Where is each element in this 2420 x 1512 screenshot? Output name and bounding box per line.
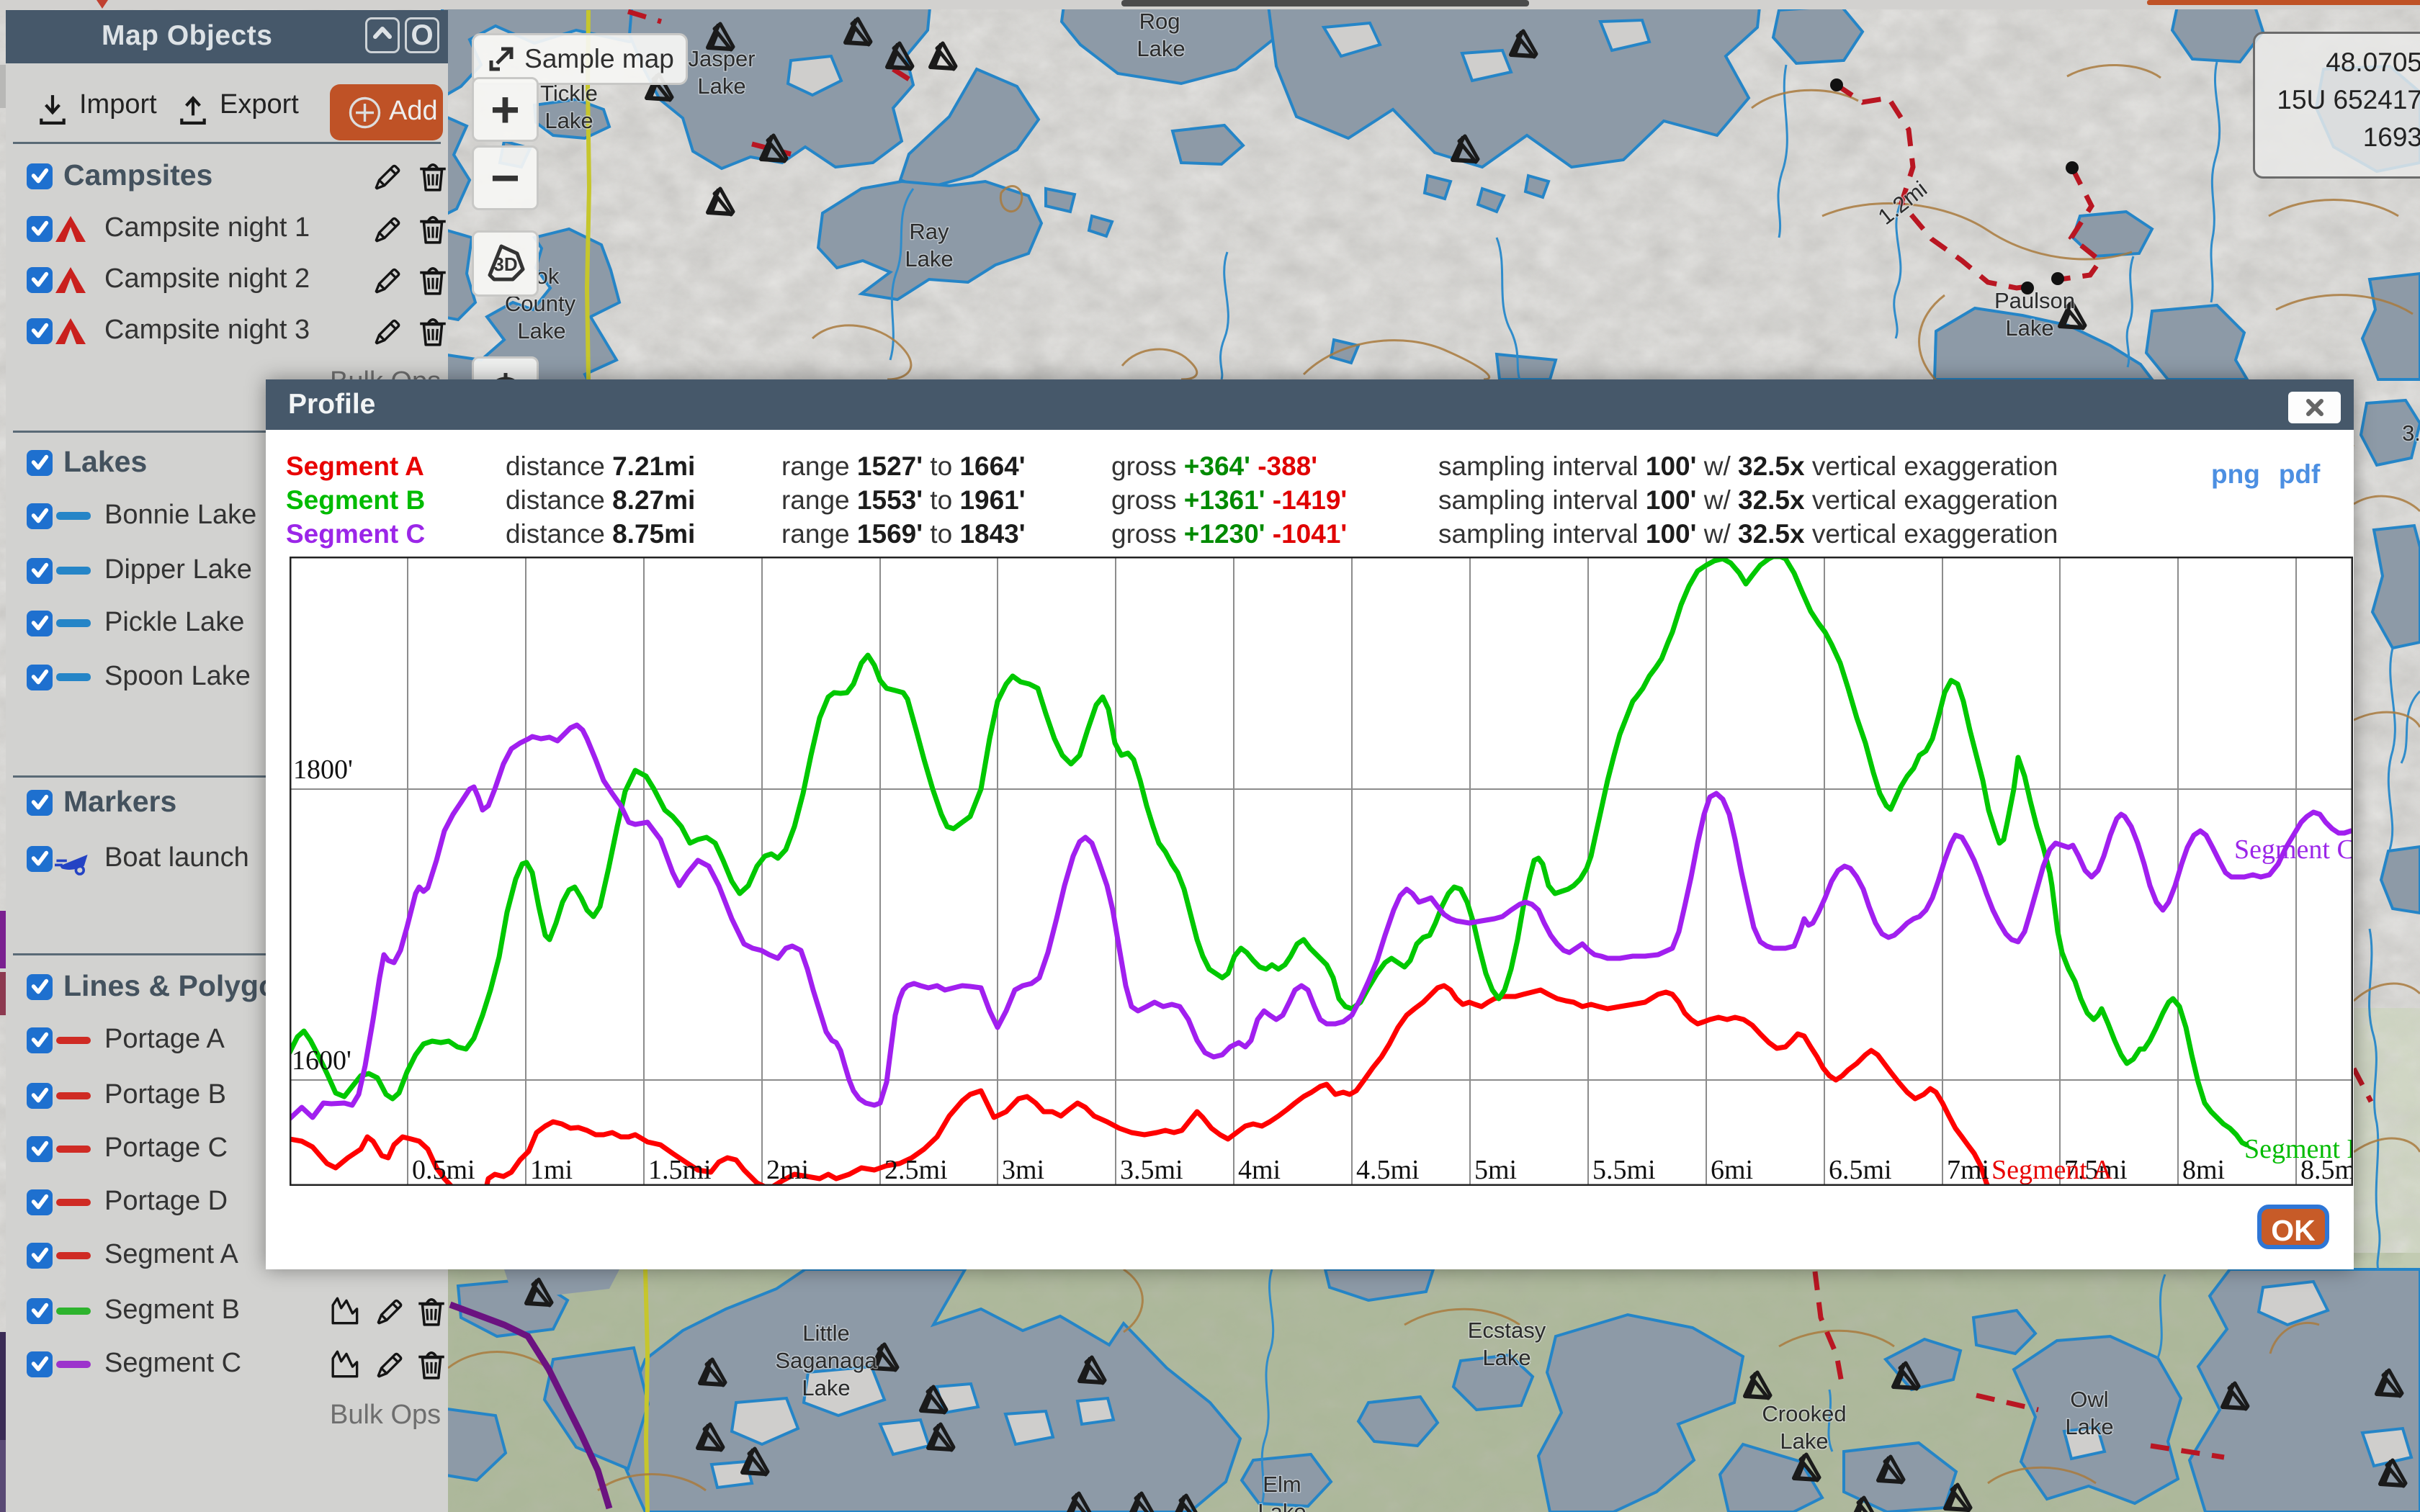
svg-text:8mi: 8mi <box>2182 1155 2225 1185</box>
svg-text:3D: 3D <box>493 253 517 275</box>
svg-text:Ecstasy: Ecstasy <box>1468 1318 1546 1343</box>
svg-text:5.5mi: 5.5mi <box>1592 1155 1656 1185</box>
svg-text:Saganaga: Saganaga <box>775 1348 877 1373</box>
svg-text:4mi: 4mi <box>1238 1155 1281 1185</box>
svg-text:4.5mi: 4.5mi <box>1356 1155 1420 1185</box>
svg-text:Little: Little <box>802 1320 849 1346</box>
svg-text:1.5mi: 1.5mi <box>648 1155 712 1185</box>
svg-text:1mi: 1mi <box>530 1155 573 1185</box>
svg-text:0.5mi: 0.5mi <box>412 1155 475 1185</box>
svg-text:3.5mi: 3.5mi <box>1120 1155 1183 1185</box>
svg-text:6mi: 6mi <box>1711 1155 1753 1185</box>
svg-text:Segment B: Segment B <box>2244 1134 2353 1164</box>
svg-text:Rog: Rog <box>1139 9 1180 34</box>
svg-text:2.5mi: 2.5mi <box>884 1155 948 1185</box>
svg-text:6.5mi: 6.5mi <box>1829 1155 1892 1185</box>
svg-text:Elm: Elm <box>1263 1472 1301 1497</box>
svg-text:Paulson: Paulson <box>1994 288 2075 313</box>
svg-text:Owl: Owl <box>2070 1387 2108 1412</box>
svg-text:Segment C: Segment C <box>2234 834 2353 865</box>
svg-text:Lake: Lake <box>905 246 953 271</box>
svg-text:Ray: Ray <box>909 219 949 244</box>
svg-text:1800': 1800' <box>293 755 353 785</box>
svg-text:Lake: Lake <box>544 108 593 133</box>
svg-text:Lake: Lake <box>697 73 745 99</box>
svg-text:5mi: 5mi <box>1474 1155 1517 1185</box>
svg-text:Lake: Lake <box>802 1375 850 1400</box>
svg-text:1600': 1600' <box>292 1045 351 1076</box>
svg-text:Segment A: Segment A <box>1991 1155 2112 1185</box>
svg-text:Lake: Lake <box>1482 1345 1531 1370</box>
svg-text:Lake: Lake <box>1258 1499 1306 1512</box>
svg-text:Lake: Lake <box>1780 1428 1828 1454</box>
svg-text:Jasper: Jasper <box>688 46 755 71</box>
svg-text:Crooked: Crooked <box>1762 1401 1846 1426</box>
svg-text:Lake: Lake <box>517 318 565 343</box>
svg-text:Lake: Lake <box>2065 1414 2113 1439</box>
svg-text:7mi: 7mi <box>1947 1155 1989 1185</box>
svg-text:ok: ok <box>536 264 560 289</box>
svg-text:Lake: Lake <box>1137 36 1185 61</box>
svg-text:2mi: 2mi <box>766 1155 809 1185</box>
svg-text:Lake: Lake <box>2005 315 2053 341</box>
svg-text:3.: 3. <box>2402 420 2420 446</box>
svg-text:3mi: 3mi <box>1002 1155 1044 1185</box>
